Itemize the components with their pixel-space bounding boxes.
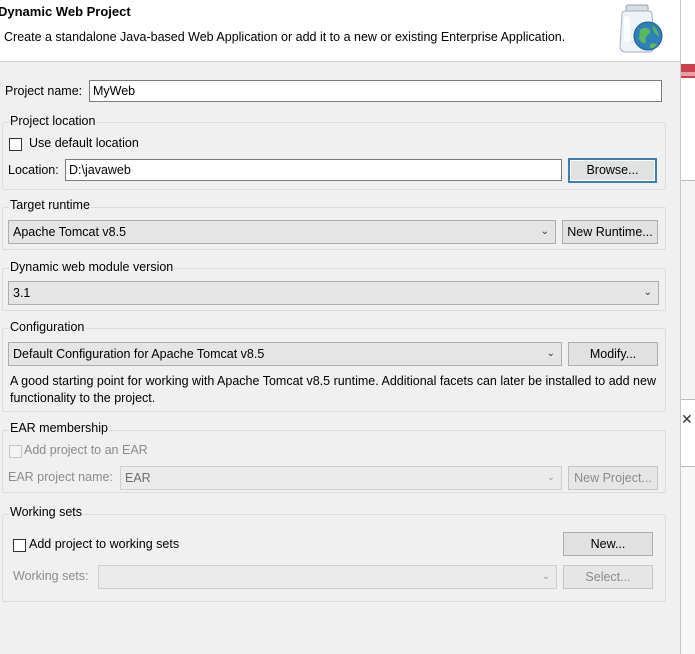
web-module-version-value: 3.1: [13, 286, 31, 300]
location-input[interactable]: D:\javaweb: [65, 159, 562, 181]
use-default-location-label[interactable]: Use default location: [29, 136, 139, 150]
chevron-down-icon: ⌄: [540, 226, 549, 237]
new-runtime-button[interactable]: New Runtime...: [562, 220, 658, 244]
target-runtime-label: Target runtime: [9, 198, 91, 212]
wizard-header: Dynamic Web Project Create a standalone …: [0, 0, 680, 62]
working-sets-select[interactable]: ⌄: [98, 565, 557, 589]
ear-project-name-select[interactable]: EAR ⌄: [120, 466, 562, 490]
target-runtime-select[interactable]: Apache Tomcat v8.5 ⌄: [8, 220, 556, 244]
working-sets-label: Working sets: [9, 505, 84, 519]
wizard-description: Create a standalone Java-based Web Appli…: [4, 30, 566, 44]
globe-jar-icon: [612, 2, 668, 58]
select-working-sets-button[interactable]: Select...: [563, 565, 653, 589]
add-to-ear-label: Add project to an EAR: [24, 443, 148, 457]
new-working-set-button[interactable]: New...: [563, 532, 653, 556]
web-module-version-select[interactable]: 3.1 ⌄: [8, 281, 659, 305]
background-window-panel: [681, 180, 695, 400]
configuration-description: A good starting point for working with A…: [10, 374, 656, 405]
configuration-value: Default Configuration for Apache Tomcat …: [13, 347, 265, 361]
ear-project-name-value: EAR: [125, 471, 151, 485]
project-location-label: Project location: [9, 114, 97, 128]
configuration-label: Configuration: [9, 320, 86, 334]
working-sets-field-label: Working sets:: [13, 569, 89, 583]
background-close-icon: ✕: [681, 411, 693, 427]
new-project-button[interactable]: New Project...: [568, 466, 658, 490]
chevron-down-icon: ⌄: [546, 472, 555, 483]
add-to-working-sets-label[interactable]: Add project to working sets: [29, 537, 179, 551]
ear-membership-label: EAR membership: [9, 421, 109, 435]
web-module-label: Dynamic web module version: [9, 260, 175, 274]
add-to-working-sets-checkbox[interactable]: [13, 539, 26, 552]
background-window-panel-lower: [681, 466, 695, 654]
chevron-down-icon: ⌄: [643, 287, 652, 298]
project-name-input[interactable]: MyWeb: [89, 80, 662, 102]
add-to-ear-checkbox[interactable]: [9, 445, 22, 458]
project-name-label: Project name:: [5, 84, 83, 98]
chevron-down-icon: ⌄: [546, 348, 555, 359]
target-runtime-value: Apache Tomcat v8.5: [13, 225, 127, 239]
browse-button[interactable]: Browse...: [568, 158, 657, 183]
location-label: Location:: [8, 163, 59, 177]
background-window-accent-light: [681, 72, 695, 76]
use-default-location-checkbox[interactable]: [9, 138, 22, 151]
chevron-down-icon: ⌄: [541, 571, 550, 582]
configuration-select[interactable]: Default Configuration for Apache Tomcat …: [8, 342, 562, 366]
modify-button[interactable]: Modify...: [568, 342, 658, 366]
wizard-title: Dynamic Web Project: [0, 4, 131, 19]
ear-project-name-label: EAR project name:: [8, 470, 113, 484]
